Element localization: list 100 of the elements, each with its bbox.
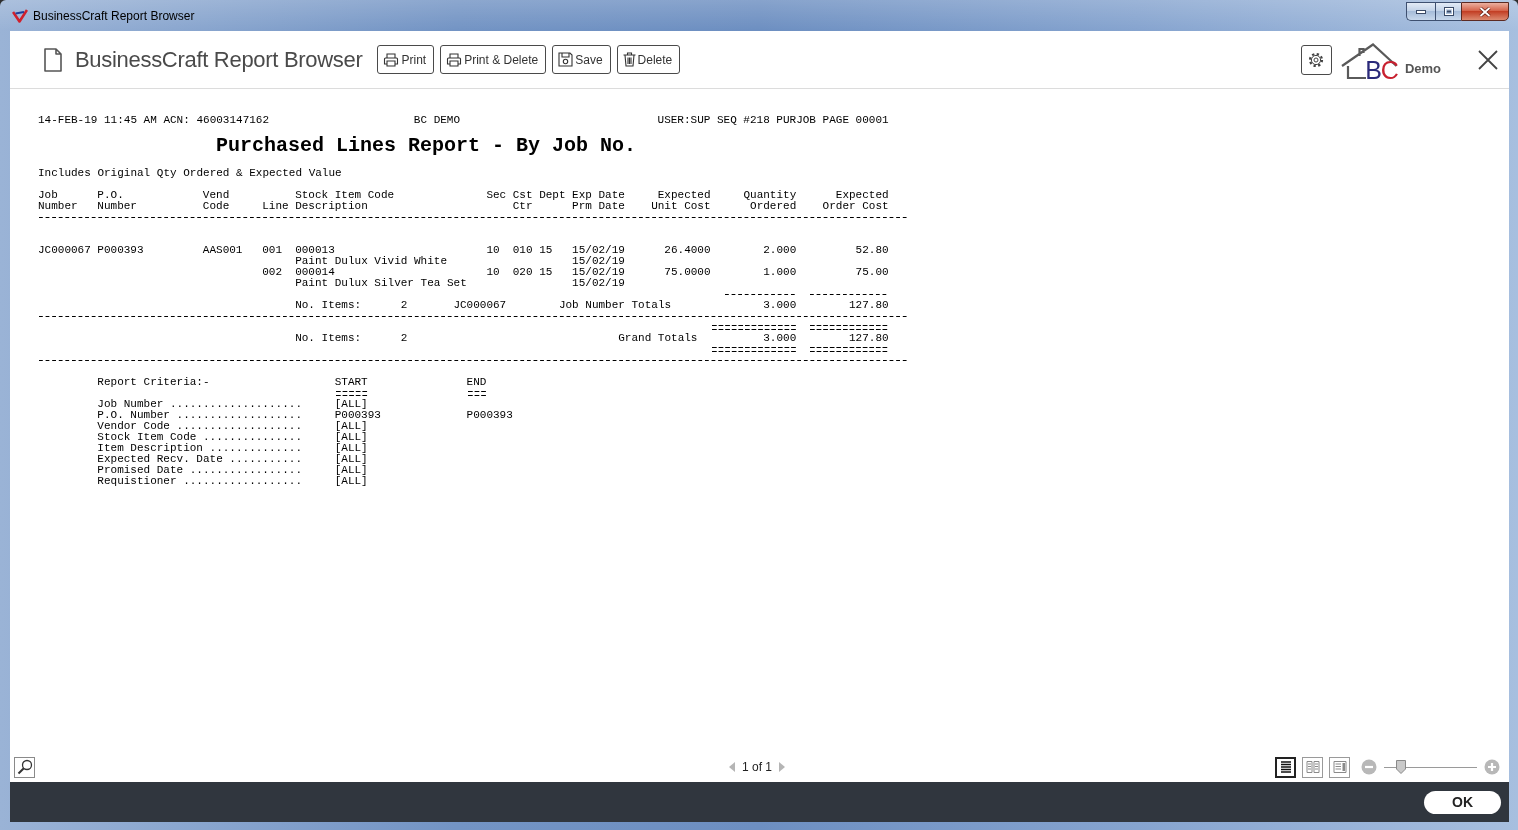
criteria-label: Stock Item Code ............... [97, 432, 302, 443]
minus-icon [1361, 759, 1377, 775]
company-name: Demo [1404, 61, 1441, 76]
view-mode-button[interactable] [1275, 756, 1296, 778]
maximize-button[interactable] [1435, 2, 1461, 21]
report-company: BC DEMO [413, 115, 461, 126]
zoom-out-button[interactable] [1361, 759, 1377, 775]
criteria-label: Promised Date ................. [97, 465, 302, 476]
criteria-label: Vendor Code ................... [97, 421, 302, 432]
settings-button[interactable] [1300, 44, 1332, 75]
items-count: 2 [400, 333, 408, 344]
zoom-in-button[interactable] [1484, 759, 1500, 775]
report-title: Purchased Lines Report - By Job No. [216, 135, 637, 157]
close-button[interactable] [1478, 49, 1498, 70]
house-outline-icon [1340, 42, 1398, 79]
total-value: 3.000 [763, 300, 797, 311]
save-icon [558, 52, 574, 67]
print-button[interactable]: Print [377, 45, 435, 74]
ok-button[interactable]: OK [1424, 790, 1501, 814]
report-subtitle: Includes Original Qty Ordered & Expected Value [38, 168, 342, 179]
criteria-label: Job Number .................... [97, 399, 302, 410]
window-title: BusinessCraft Report Browser [33, 8, 195, 23]
table-cell: AAS001 [202, 245, 243, 256]
criteria-label: P.O. Number ................... [97, 410, 302, 421]
table-cell: 15/02/19 [572, 256, 625, 267]
criteria-value: P000393 [334, 410, 381, 421]
column-header: Code [202, 201, 230, 212]
plus-icon [1484, 759, 1500, 775]
table-cell: 2.000 [763, 245, 797, 256]
criteria-column-header: END [466, 377, 487, 388]
column-header: Order Cost [822, 201, 889, 212]
table-cell: Paint Dulux Silver Tea Set [295, 278, 467, 289]
table-cell: 010 [512, 245, 533, 256]
slider-thumb[interactable] [1396, 760, 1407, 774]
table-cell: 26.4000 [664, 245, 711, 256]
page-indicator: 1 of 1 [742, 760, 772, 774]
logo-text: BC [1365, 57, 1398, 83]
delete-button[interactable]: Delete [616, 45, 681, 74]
criteria-column-header: START [334, 377, 368, 388]
table-cell: JC000067 [38, 245, 91, 256]
table-cell: 000014 [295, 267, 335, 278]
app-logo-icon [12, 8, 28, 23]
print-and-delete-button[interactable]: Print & Delete [440, 45, 547, 74]
column-header: Prm Date [572, 201, 625, 212]
column-header: Unit Cost [651, 201, 711, 212]
table-cell: 020 [512, 267, 533, 278]
search-icon [16, 759, 33, 775]
column-header: Expected [835, 190, 889, 201]
column-header: Vend [202, 190, 230, 201]
save-button[interactable]: Save [552, 45, 611, 74]
table-cell: 15/02/19 [572, 245, 625, 256]
table-cell: 15 [539, 245, 553, 256]
total-value: 127.80 [849, 333, 889, 344]
page-title: BusinessCraft Report Browser [75, 46, 363, 73]
table-cell: 1.000 [763, 267, 797, 278]
totals-job-number: JC000067 [453, 300, 507, 311]
document-icon [44, 47, 62, 72]
criteria-value: [ALL] [334, 443, 368, 454]
close-icon [1479, 6, 1491, 17]
column-header: Cst [512, 190, 533, 201]
items-count-label: No. Items: [295, 300, 362, 311]
criteria-value: [ALL] [334, 421, 368, 432]
column-header: Expected [657, 190, 711, 201]
two-page-icon [1305, 760, 1320, 774]
table-cell: 75.0000 [664, 267, 711, 278]
search-button[interactable] [14, 756, 35, 778]
close-window-button[interactable] [1461, 2, 1509, 21]
column-header: P.O. [97, 190, 124, 201]
column-header: Stock Item Code [295, 190, 395, 201]
column-header: Job [38, 190, 58, 201]
total-value: 3.000 [763, 333, 797, 344]
printer-icon [383, 52, 400, 67]
items-count: 2 [400, 300, 408, 311]
single-page-icon [1278, 760, 1293, 774]
minimize-button[interactable] [1406, 2, 1435, 21]
minimize-icon [1416, 9, 1426, 14]
table-cell: 10 [486, 245, 500, 256]
table-cell: 10 [486, 267, 500, 278]
column-header: Ordered [750, 201, 797, 212]
column-header: Line [262, 201, 289, 212]
column-header: Number [97, 201, 137, 212]
criteria-value: [ALL] [334, 465, 368, 476]
criteria-value: [ALL] [334, 454, 368, 465]
column-header: Sec [486, 190, 507, 201]
totals-label: Job Number Totals [558, 300, 672, 311]
caret-right-icon [779, 762, 785, 772]
table-cell: 52.80 [855, 245, 889, 256]
close-icon [1478, 49, 1498, 70]
criteria-value: [ALL] [334, 399, 368, 410]
criteria-value: [ALL] [334, 476, 368, 487]
table-cell: 75.00 [855, 267, 889, 278]
criteria-value: [ALL] [334, 432, 368, 443]
report-page-info: USER:SUP SEQ #218 PURJOB PAGE 00001 [657, 115, 889, 126]
table-cell: 001 [262, 245, 282, 256]
printer-icon [446, 52, 463, 67]
table-cell: Paint Dulux Vivid White [295, 256, 447, 267]
criteria-heading: Report Criteria:- [97, 377, 210, 388]
settings-icon [1308, 51, 1325, 68]
column-header: Quantity [743, 190, 797, 201]
table-cell: 002 [262, 267, 282, 278]
